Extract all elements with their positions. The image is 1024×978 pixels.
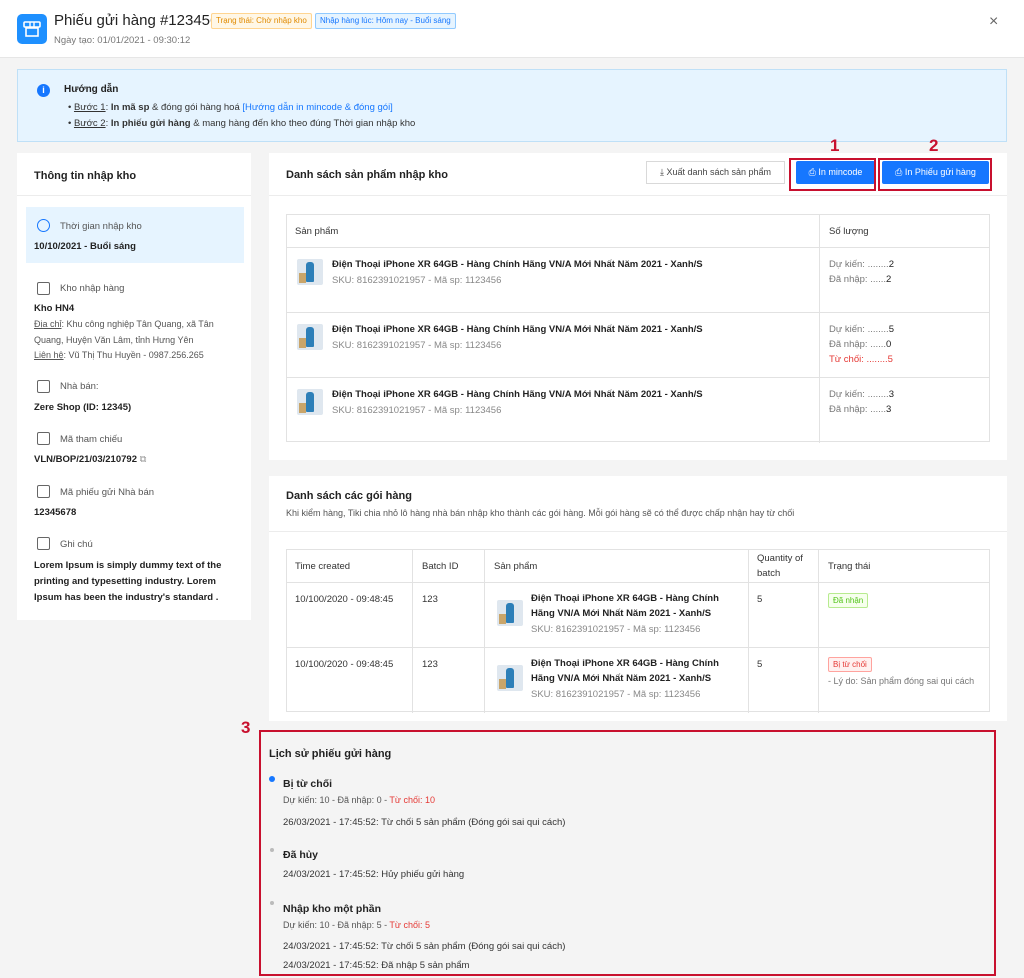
created-date: Ngày tạo: 01/01/2021 - 09:30:12 [54, 35, 191, 46]
table-row[interactable]: 10/100/2020 - 09:48:45 123 Điện Thoại iP… [287, 647, 989, 713]
col-quantity: Quantity of [757, 553, 803, 564]
packages-card: Danh sách các gói hàng Khi kiểm hàng, Ti… [269, 476, 1007, 721]
seller-icon [37, 380, 50, 393]
warehouse-info-title: Thông tin nhập kho [34, 170, 137, 182]
table-row[interactable]: Điện Thoại iPhone XR 64GB - Hàng Chính H… [287, 247, 989, 312]
reference-icon [37, 432, 50, 445]
status-badge: Đã nhận [828, 593, 869, 608]
note-label: Ghi chú [60, 539, 93, 550]
product-thumbnail [297, 389, 323, 415]
packages-table: Time created Batch ID Sản phẩm Quantity … [286, 549, 990, 713]
warehouse-value: Kho HN4 [34, 303, 75, 314]
col-batch: Batch ID [422, 561, 459, 572]
copy-icon[interactable]: ⧉ [140, 454, 147, 465]
guide-link[interactable]: [Hướng dẫn in mincode & đóng gói] [242, 102, 392, 113]
annotation-box-1 [789, 158, 876, 191]
page-title: Phiếu gửi hàng #123456 [54, 12, 219, 29]
annotation-box-2 [878, 158, 992, 191]
products-card: Danh sách sản phẩm nhập kho ⤓ Xuất danh … [269, 153, 1007, 460]
products-title: Danh sách sản phẩm nhập kho [286, 169, 448, 181]
reject-reason: - Lý do: Sản phẩm đóng sai qui cách [828, 676, 975, 686]
product-thumbnail [297, 259, 323, 285]
time-label: Thời gian nhập kho [60, 221, 142, 232]
col-time: Time created [295, 561, 351, 572]
annotation-box-3 [259, 730, 996, 976]
seller-value: Zere Shop (ID: 12345) [34, 402, 132, 413]
note-value: Lorem Ipsum is simply dummy text of the … [34, 560, 222, 603]
time-value: 10/10/2021 - Buổi sáng [34, 241, 136, 252]
col-product: Sản phẩm [295, 226, 339, 237]
guide-step-1: • Bước 1: In mã sp & đóng gói hàng hoá [… [68, 102, 393, 113]
guide-title: Hướng dẫn [64, 84, 119, 95]
page-header: Phiếu gửi hàng #123456 Trạng thái: Chờ n… [0, 0, 1024, 58]
seller-code-icon [37, 485, 50, 498]
product-thumbnail [497, 600, 523, 626]
guide-panel: i Hướng dẫn • Bước 1: In mã sp & đóng gó… [17, 69, 1007, 142]
annotation-number-1: 1 [830, 136, 840, 155]
col-product: Sản phẩm [494, 561, 538, 572]
seller-code-value: 12345678 [34, 507, 77, 518]
time-highlight [26, 207, 244, 263]
table-row[interactable]: 10/100/2020 - 09:48:45 123 Điện Thoại iP… [287, 582, 989, 647]
col-quantity-2: batch [757, 568, 781, 579]
warehouse-info-card: Thông tin nhập kho Thời gian nhập kho 10… [17, 153, 251, 620]
col-quantity: Số lượng [829, 226, 869, 237]
status-badge: Bị từ chối [828, 657, 872, 672]
packages-subtitle: Khi kiểm hàng, Tiki chia nhỏ lô hàng nhà… [286, 508, 795, 518]
warehouse-address: Địa chỉ: Khu công nghiệp Tân Quang, xã T… [34, 319, 214, 360]
clock-icon [37, 219, 50, 232]
warehouse-icon [37, 282, 50, 295]
product-thumbnail [297, 324, 323, 350]
products-table: Sản phẩm Số lượng Điện Thoại iPhone XR 6… [286, 214, 990, 443]
packages-title: Danh sách các gói hàng [286, 490, 412, 502]
table-row[interactable]: Điện Thoại iPhone XR 64GB - Hàng Chính H… [287, 312, 989, 377]
status-badge: Trạng thái: Chờ nhập kho [211, 13, 312, 29]
store-icon [17, 14, 47, 44]
note-icon [37, 537, 50, 550]
guide-step-2: • Bước 2: In phiếu gửi hàng & mang hàng … [68, 118, 416, 129]
warehouse-label: Kho nhập hàng [60, 283, 125, 294]
download-icon: ⤓ [659, 167, 664, 177]
seller-label: Nhà bán: [60, 381, 99, 392]
reference-value: VLN/BOP/21/03/210792 ⧉ [34, 454, 147, 465]
product-thumbnail [497, 665, 523, 691]
time-badge: Nhập hàng lúc: Hôm nay - Buổi sáng [315, 13, 456, 29]
info-icon: i [37, 84, 50, 97]
reference-label: Mã tham chiếu [60, 434, 123, 445]
export-button[interactable]: ⤓ Xuất danh sách sản phẩm [646, 161, 785, 184]
seller-code-label: Mã phiếu gửi Nhà bán [60, 487, 155, 498]
table-row[interactable]: Điện Thoại iPhone XR 64GB - Hàng Chính H… [287, 377, 989, 442]
annotation-number-3: 3 [241, 718, 251, 737]
close-icon[interactable]: × [989, 14, 998, 30]
annotation-number-2: 2 [929, 136, 939, 155]
col-status: Trạng thái [828, 561, 871, 572]
